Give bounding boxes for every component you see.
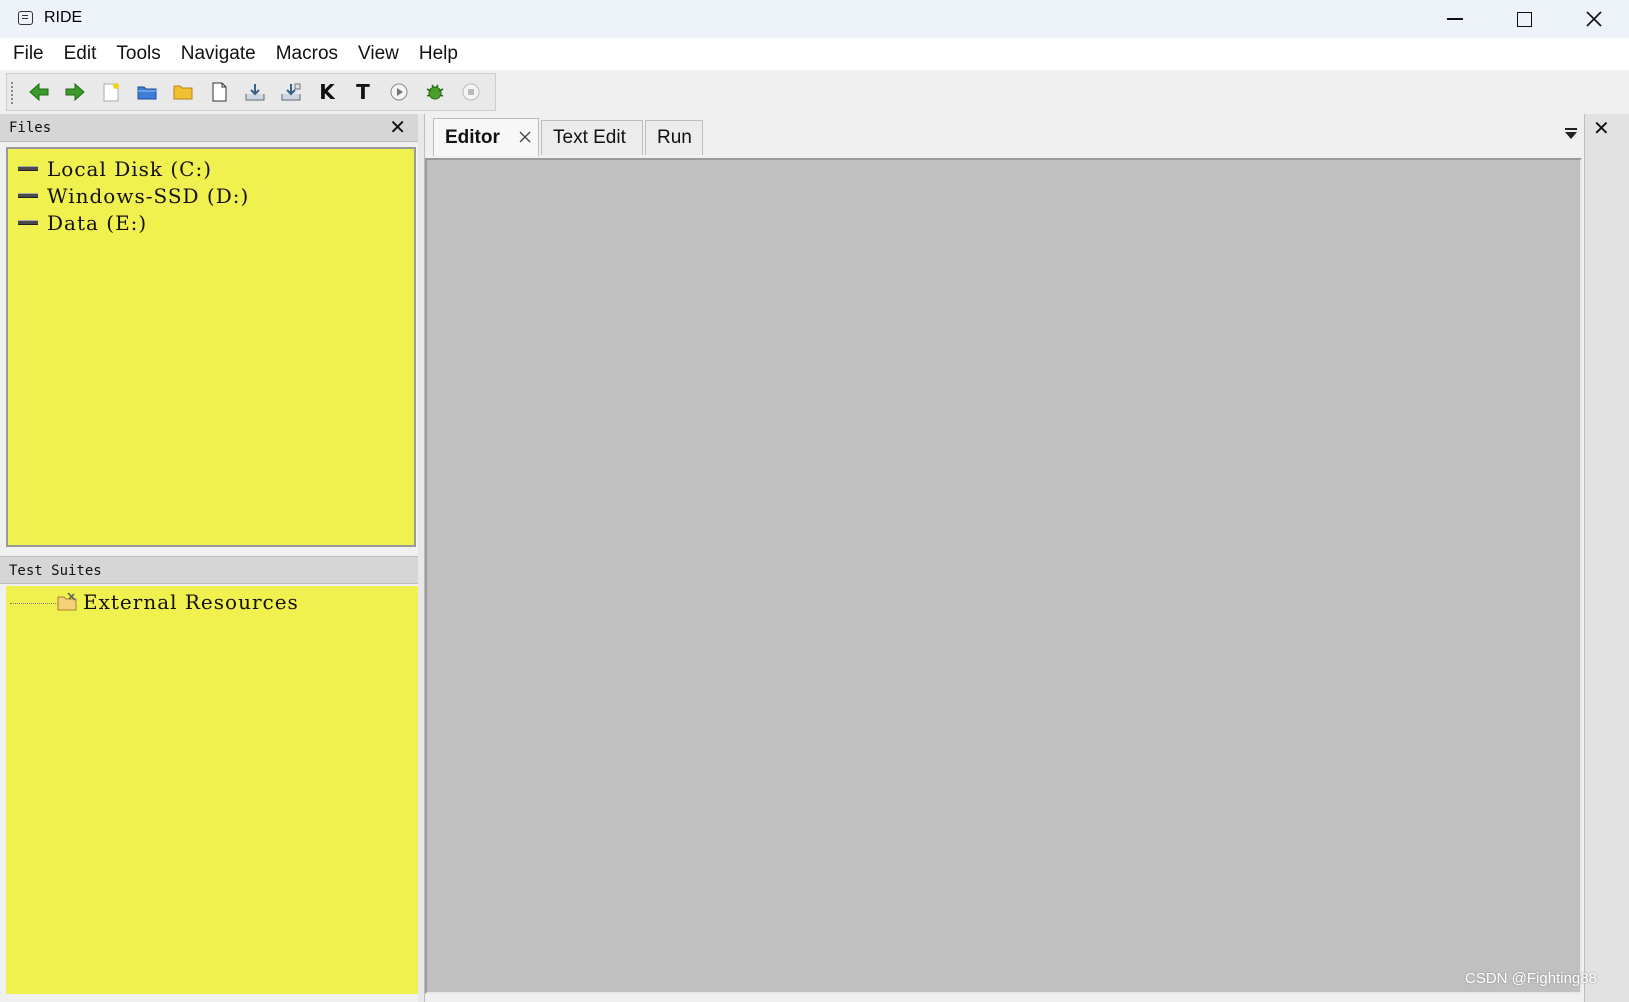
files-panel: Files ✕ Local Disk (C:) Windows-SSD (D:)…: [0, 114, 418, 554]
tab-editor-label: Editor: [445, 126, 500, 148]
test-suites-panel: Test Suites External Resources: [0, 556, 418, 1002]
drive-item-d[interactable]: Windows-SSD (D:): [8, 182, 414, 209]
test-suites-header: Test Suites: [0, 556, 418, 584]
tree-connector: [10, 603, 58, 604]
forward-button[interactable]: [61, 78, 89, 106]
test-suites-tree[interactable]: External Resources: [6, 586, 418, 994]
search-tests-button[interactable]: T: [349, 78, 377, 106]
back-button[interactable]: [25, 78, 53, 106]
drive-item-e[interactable]: Data (E:): [8, 209, 414, 236]
toolbar-grip[interactable]: [11, 82, 13, 104]
watermark: CSDN @Fighting88: [1465, 970, 1597, 987]
new-project-button[interactable]: [97, 78, 125, 106]
close-window-button[interactable]: [1559, 0, 1629, 38]
drive-icon: [18, 193, 38, 198]
right-side-panel: ✕: [1584, 114, 1629, 1002]
menu-tools[interactable]: Tools: [116, 43, 160, 65]
play-icon: [390, 83, 408, 101]
editor-notebook: Editor Text Edit Run: [424, 114, 1584, 1002]
keyword-search-icon: K: [319, 80, 335, 104]
drive-item-c[interactable]: Local Disk (C:): [8, 155, 414, 182]
drive-icon: [18, 220, 38, 225]
files-panel-title: Files: [9, 120, 52, 136]
editor-area[interactable]: [425, 158, 1582, 994]
files-panel-close-button[interactable]: ✕: [389, 118, 406, 138]
tab-run[interactable]: Run: [645, 120, 703, 155]
file-icon: [212, 82, 227, 102]
drive-label: Local Disk (C:): [47, 156, 213, 181]
close-icon: [1586, 11, 1602, 27]
new-project-icon: [103, 83, 119, 102]
menu-macros[interactable]: Macros: [276, 43, 338, 65]
bug-icon: [426, 84, 444, 100]
stop-icon: [462, 83, 480, 101]
title-bar: RIDE: [0, 0, 1629, 38]
search-keywords-button[interactable]: K: [313, 78, 341, 106]
maximize-icon: [1516, 11, 1532, 27]
app-icon: [18, 11, 33, 25]
test-suites-title: Test Suites: [9, 563, 102, 579]
toolbar-strip: K T: [6, 73, 496, 111]
stop-button[interactable]: [457, 78, 485, 106]
menu-view[interactable]: View: [358, 43, 399, 65]
tab-text-edit-label: Text Edit: [553, 127, 626, 148]
tab-text-edit[interactable]: Text Edit: [541, 120, 643, 155]
tabs-dropdown-icon[interactable]: [1565, 128, 1577, 139]
drive-label: Data (E:): [47, 210, 148, 235]
forward-arrow-icon: [65, 82, 85, 102]
menu-bar: File Edit Tools Navigate Macros View Hel…: [0, 38, 1629, 70]
save-all-button[interactable]: [277, 78, 305, 106]
tab-run-label: Run: [657, 127, 692, 148]
files-tree[interactable]: Local Disk (C:) Windows-SSD (D:) Data (E…: [6, 147, 416, 547]
menu-edit[interactable]: Edit: [64, 43, 97, 65]
external-resources-item[interactable]: External Resources: [83, 590, 299, 614]
tabs-row: Editor Text Edit Run: [425, 114, 1585, 158]
maximize-button[interactable]: [1489, 0, 1559, 38]
menu-file[interactable]: File: [13, 43, 44, 65]
save-icon: [245, 84, 265, 101]
folder-icon: [173, 85, 193, 100]
minimize-icon: [1447, 18, 1463, 20]
back-arrow-icon: [29, 82, 49, 102]
open-folder-icon: [137, 86, 157, 100]
run-button[interactable]: [385, 78, 413, 106]
menu-help[interactable]: Help: [419, 43, 458, 65]
toolbar: K T: [0, 70, 1629, 114]
drive-label: Windows-SSD (D:): [47, 183, 250, 208]
right-panel-close-button[interactable]: ✕: [1593, 116, 1610, 141]
minimize-button[interactable]: [1420, 0, 1490, 38]
debug-button[interactable]: [421, 78, 449, 106]
tab-editor[interactable]: Editor: [433, 118, 539, 156]
drive-icon: [18, 166, 38, 171]
open-directory-button[interactable]: [169, 78, 197, 106]
new-file-button[interactable]: [205, 78, 233, 106]
save-all-icon: [281, 83, 301, 101]
external-resources-icon: [57, 592, 77, 611]
open-test-suite-button[interactable]: [133, 78, 161, 106]
menu-navigate[interactable]: Navigate: [181, 43, 256, 65]
test-search-icon: T: [356, 80, 370, 104]
files-panel-header: Files ✕: [0, 114, 418, 142]
save-button[interactable]: [241, 78, 269, 106]
window-title: RIDE: [44, 9, 83, 26]
tab-close-icon[interactable]: [518, 130, 532, 144]
